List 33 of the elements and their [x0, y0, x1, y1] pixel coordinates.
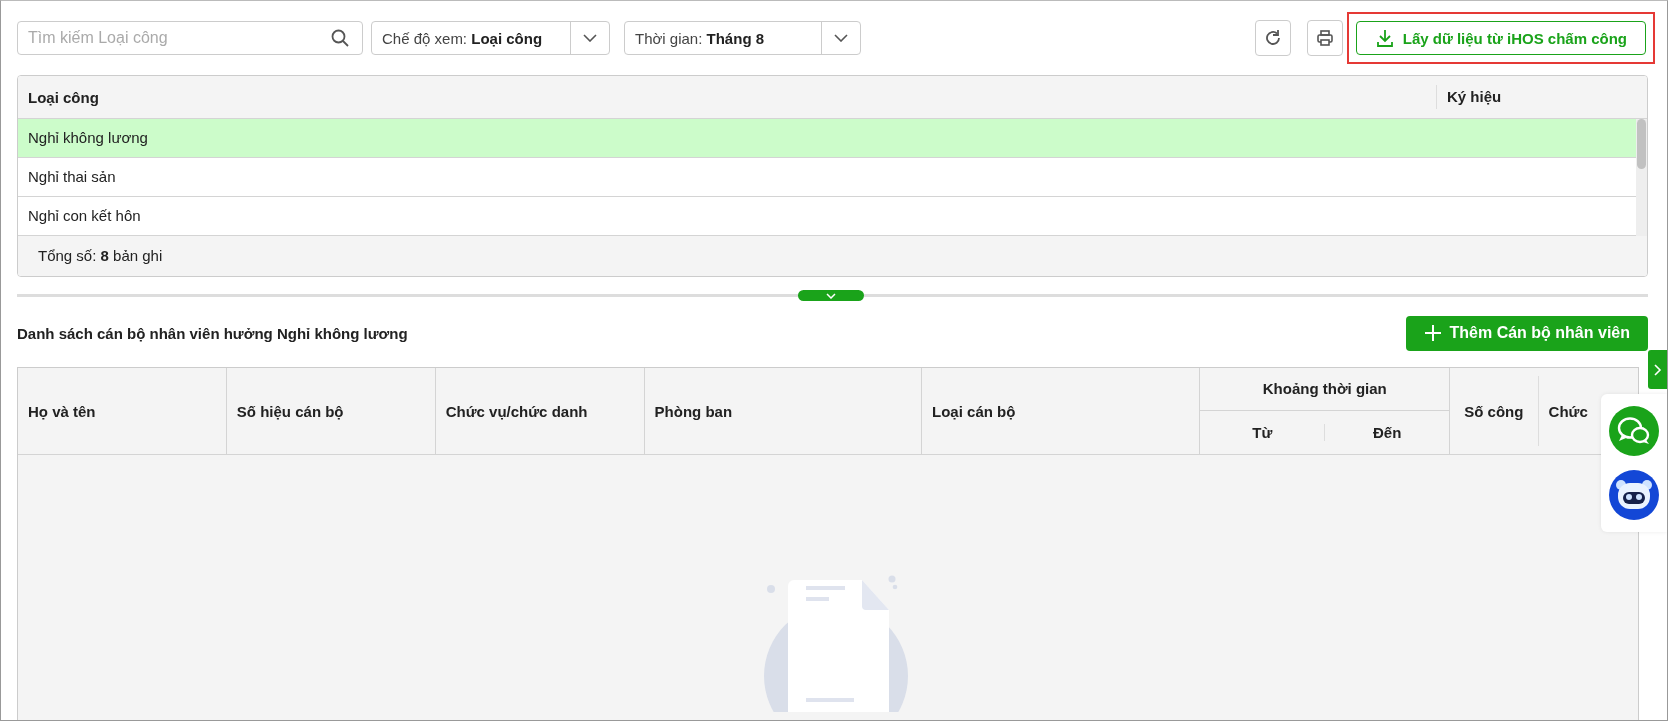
table-row[interactable]: Nghỉ không lương	[18, 119, 1636, 158]
assistant-button[interactable]	[1609, 470, 1659, 520]
search-field[interactable]: Tìm kiếm Loại công	[17, 21, 363, 55]
column-header: Loại công	[27, 88, 100, 106]
chevron-right-icon	[1653, 363, 1662, 376]
record-count: Tổng số: 8 bản ghi	[18, 236, 1647, 276]
refresh-button[interactable]	[1254, 20, 1291, 56]
print-button[interactable]	[1306, 20, 1343, 56]
column-header: Phòng ban	[644, 368, 923, 454]
period-dropdown[interactable]: Thời gian: Tháng 8	[624, 21, 861, 55]
printer-icon	[1314, 28, 1335, 48]
chat-button[interactable]	[1609, 406, 1659, 456]
download-icon	[1374, 28, 1395, 48]
column-header: Chức vụ/chức danh	[435, 368, 645, 454]
chat-bubbles-icon	[1617, 416, 1651, 446]
collapse-handle[interactable]	[798, 290, 864, 301]
column-header: Số công	[1463, 401, 1525, 422]
expand-panel-tab[interactable]	[1648, 350, 1667, 389]
chevron-down-icon	[834, 34, 848, 42]
column-header: Đến	[1324, 424, 1450, 441]
column-header: Số hiệu cán bộ	[226, 368, 436, 454]
column-header: Ký hiệu	[1436, 85, 1647, 109]
chevron-down-icon	[826, 292, 836, 299]
scrollbar[interactable]	[1636, 119, 1647, 236]
view-mode-dropdown[interactable]: Chế độ xem: Loại công	[371, 21, 610, 55]
column-group-header: Khoảng thời gian	[1200, 368, 1450, 411]
section-title: Danh sách cán bộ nhân viên hưởng Nghỉ không lương	[17, 324, 408, 342]
chevron-down-icon	[583, 34, 597, 42]
column-header: Loại cán bộ	[922, 368, 1201, 454]
search-icon	[331, 29, 349, 47]
plus-icon	[1423, 324, 1442, 342]
column-header: Họ và tên	[18, 368, 227, 454]
column-header: Từ	[1251, 424, 1274, 441]
